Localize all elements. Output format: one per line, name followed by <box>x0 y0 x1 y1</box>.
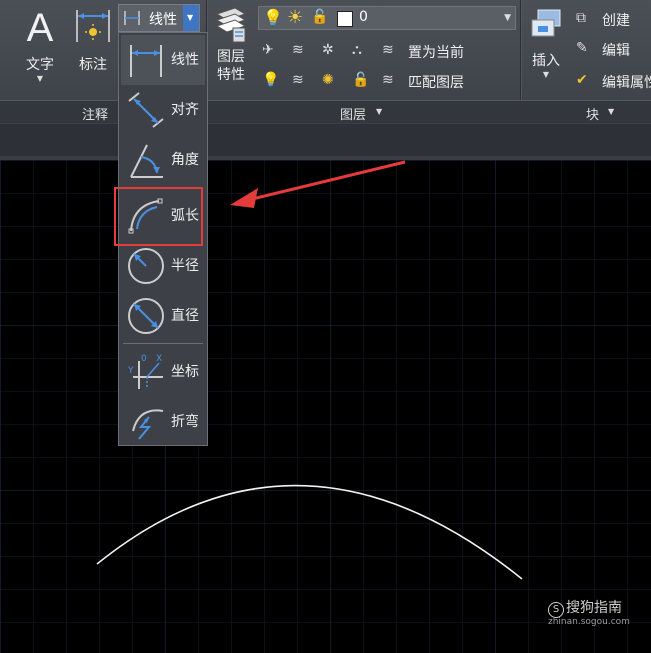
layer-properties-label-1: 图层 <box>217 49 245 65</box>
menu-item-jogged[interactable]: 折弯 <box>121 397 205 447</box>
text-button[interactable]: A 文字 ▼ <box>20 6 60 86</box>
edit-attributes-icon[interactable]: ✔ <box>576 72 592 88</box>
set-current-button[interactable]: 置为当前 <box>408 42 464 62</box>
layer-properties-button[interactable]: 图层 特性 <box>210 4 252 94</box>
chevron-down-icon[interactable]: ▼ <box>376 107 382 116</box>
canvas-grid <box>0 160 651 653</box>
sun-icon: ☀ <box>287 7 304 28</box>
match-layer-button[interactable]: 匹配图层 <box>408 72 464 92</box>
layer-off-icon[interactable]: ✈ <box>262 42 278 58</box>
layer-properties-label-2: 特性 <box>217 67 245 83</box>
angular-dim-icon <box>130 144 163 178</box>
menu-item-label: 半径 <box>171 258 199 274</box>
arc-length-highlight-box <box>114 187 203 246</box>
layer-color-swatch <box>337 11 353 27</box>
dim-style-dropdown-arrow[interactable]: ▼ <box>183 5 199 31</box>
dimension-icon <box>76 10 110 42</box>
chevron-down-icon: ▼ <box>187 13 194 22</box>
aligned-dim-icon <box>128 92 164 128</box>
ordinate-dim-icon: 0 X Y <box>127 354 163 389</box>
layer-stack-icon <box>215 7 247 43</box>
radius-dim-icon <box>128 248 164 284</box>
ribbon: A 文字 ▼ 标注 线性 ▼ 图层 特性 💡 ☀ 🔓 0 ▼ ✈ ≋ ✲ ⛬ ≋… <box>0 0 651 124</box>
layer-freeze-icon[interactable]: ✲ <box>322 42 338 58</box>
drawing-canvas[interactable] <box>0 160 651 653</box>
menu-item-label: 直径 <box>171 308 199 324</box>
menu-item-label: 线性 <box>171 52 199 68</box>
menu-item-diameter[interactable]: 直径 <box>121 291 205 341</box>
dim-style-combo[interactable]: 线性 ▼ <box>118 4 200 32</box>
match-layer-icon[interactable]: ≋ <box>382 72 398 88</box>
menu-item-label: 坐标 <box>171 364 199 380</box>
layer-thaw-icon[interactable]: ✺ <box>322 72 338 88</box>
menu-separator <box>123 343 203 344</box>
watermark-brand: S 搜狗指南 <box>548 597 622 618</box>
linear-dim-icon <box>130 45 162 77</box>
block-panel-title[interactable]: 块 <box>586 104 599 123</box>
chevron-down-icon[interactable]: ▼ <box>504 13 511 23</box>
lightbulb-icon: 💡 <box>263 8 283 27</box>
create-block-button[interactable]: 创建 <box>602 10 630 30</box>
text-button-label: 文字 <box>26 57 54 73</box>
menu-item-angular[interactable]: 角度 <box>121 135 205 185</box>
ordinate-y-label: Y <box>127 366 134 376</box>
menu-item-label: 角度 <box>171 152 199 168</box>
layers-panel-title[interactable]: 图层 <box>340 104 366 123</box>
edit-block-button[interactable]: 编辑 <box>602 40 630 60</box>
linear-dim-small-icon <box>124 11 140 25</box>
watermark-brand-text: 搜狗指南 <box>566 600 622 616</box>
diameter-dim-icon <box>128 298 164 334</box>
set-current-icon[interactable]: ≋ <box>382 42 398 58</box>
edit-block-icon[interactable]: ✎ <box>576 40 592 56</box>
chevron-down-icon: ▼ <box>36 74 44 83</box>
insert-button[interactable]: 插入 ▼ <box>526 6 566 90</box>
edit-attributes-button[interactable]: 编辑属性 <box>602 72 651 92</box>
panel-title-bar: 注释 图层 ▼ 块 ▼ <box>0 100 651 123</box>
annotation-panel-title[interactable]: 注释 <box>82 104 108 123</box>
menu-item-radius[interactable]: 半径 <box>121 241 205 291</box>
layer-isolate-icon[interactable]: ≋ <box>292 42 308 58</box>
layer-combo[interactable]: 💡 ☀ 🔓 0 ▼ <box>258 6 516 30</box>
menu-item-linear[interactable]: 线性 <box>121 35 205 85</box>
layer-walk-icon[interactable]: 💡 <box>262 72 279 88</box>
menu-item-label: 折弯 <box>171 414 199 430</box>
sogou-logo-icon: S <box>548 602 564 618</box>
jogged-dim-icon <box>132 409 164 440</box>
layer-unlock-icon[interactable]: 🔓 <box>352 72 369 88</box>
menu-item-aligned[interactable]: 对齐 <box>121 85 205 135</box>
watermark-url: zhinan.sogou.com <box>548 617 630 627</box>
chevron-down-icon: ▼ <box>542 70 550 79</box>
dimension-button-label: 标注 <box>79 57 107 73</box>
dimension-button[interactable]: 标注 <box>72 6 114 86</box>
text-a-icon: A <box>26 6 54 50</box>
create-block-icon[interactable]: ⧉ <box>576 10 592 26</box>
ordinate-zero-label: 0 <box>141 354 147 364</box>
layer-current-value: 0 <box>359 9 368 25</box>
insert-block-icon <box>531 9 561 37</box>
unlock-icon: 🔓 <box>311 9 329 25</box>
layer-lock-icon[interactable]: ⛬ <box>352 42 368 58</box>
menu-item-label: 对齐 <box>171 102 199 118</box>
file-tab-bar <box>0 124 651 156</box>
chevron-down-icon[interactable]: ▼ <box>608 107 614 116</box>
menu-item-ordinate[interactable]: 0 X Y 坐标 <box>121 347 205 397</box>
layer-previous-icon[interactable]: ≋ <box>292 72 308 88</box>
dim-style-value: 线性 <box>149 12 177 28</box>
ordinate-x-label: X <box>156 354 162 364</box>
insert-button-label: 插入 <box>532 53 560 69</box>
